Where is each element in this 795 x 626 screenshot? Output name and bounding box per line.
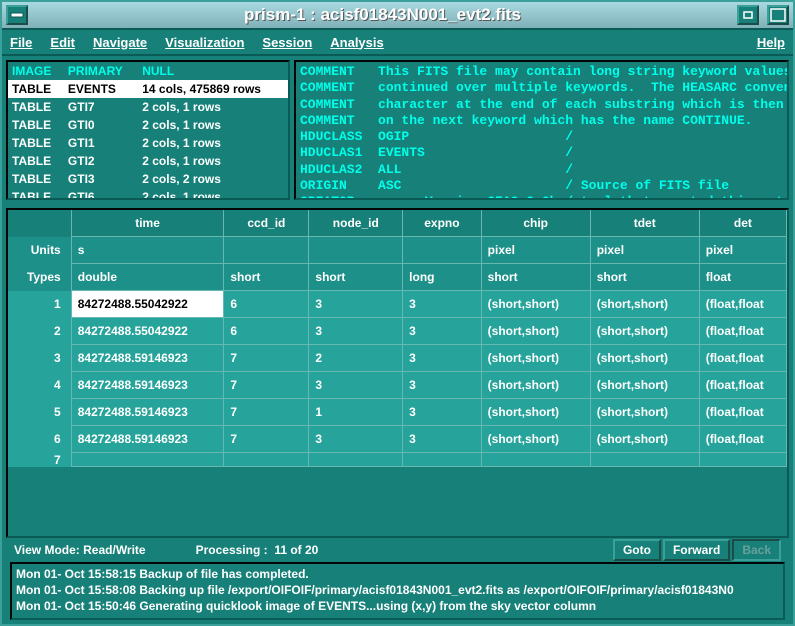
cell[interactable]: 3 xyxy=(403,399,482,426)
cell[interactable]: (short,short) xyxy=(590,291,699,318)
menu-help[interactable]: Help xyxy=(757,35,785,50)
table-row[interactable]: 684272488.59146923733(short,short)(short… xyxy=(8,426,787,453)
cell[interactable]: (float,float xyxy=(699,372,786,399)
cell[interactable]: (short,short) xyxy=(590,345,699,372)
window: prism-1 : acisf01843N001_evt2.fits File … xyxy=(0,0,795,626)
table-row[interactable]: 284272488.55042922633(short,short)(short… xyxy=(8,318,787,345)
cell[interactable]: (short,short) xyxy=(590,399,699,426)
log-line: Mon 01- Oct 15:58:15 Backup of file has … xyxy=(16,566,779,582)
extension-header-row: IMAGEPRIMARYNULL xyxy=(8,62,288,80)
cell[interactable]: (float,float xyxy=(699,345,786,372)
cell[interactable]: (short,short) xyxy=(481,399,590,426)
minimize-button[interactable] xyxy=(737,5,759,25)
table-row[interactable]: 384272488.59146923723(short,short)(short… xyxy=(8,345,787,372)
cell[interactable]: (float,float xyxy=(699,399,786,426)
extension-row[interactable]: TABLEGTI62 cols, 1 rows xyxy=(8,188,288,200)
cell[interactable]: 3 xyxy=(403,345,482,372)
cell[interactable]: 7 xyxy=(224,399,309,426)
header-text[interactable]: COMMENT This FITS file may contain long … xyxy=(296,62,787,200)
menu-visualization[interactable]: Visualization xyxy=(165,35,244,50)
extension-row[interactable]: TABLEGTI32 cols, 2 rows xyxy=(8,170,288,188)
cell[interactable]: 7 xyxy=(224,426,309,453)
cell[interactable]: 6 xyxy=(224,318,309,345)
log-line: Mon 01- Oct 15:50:46 Generating quickloo… xyxy=(16,598,779,614)
cell[interactable]: (short,short) xyxy=(481,426,590,453)
cell[interactable]: (short,short) xyxy=(590,372,699,399)
menu-file[interactable]: File xyxy=(10,35,32,50)
col-header-tdet[interactable]: tdet xyxy=(590,210,699,237)
col-header-chip[interactable]: chip xyxy=(481,210,590,237)
maximize-button[interactable] xyxy=(767,5,789,25)
meta-row-units: Unitsspixelpixelpixel xyxy=(8,237,787,264)
processing-label: Processing : xyxy=(196,543,268,557)
cell[interactable]: (short,short) xyxy=(481,372,590,399)
cell[interactable]: (short,short) xyxy=(481,291,590,318)
col-header-time[interactable]: time xyxy=(71,210,224,237)
cell[interactable]: (float,float xyxy=(699,318,786,345)
header-panel: COMMENT This FITS file may contain long … xyxy=(294,60,789,200)
cell[interactable]: 84272488.55042922 xyxy=(71,318,224,345)
cell[interactable]: 3 xyxy=(403,291,482,318)
log-line: Mon 01- Oct 15:58:08 Backing up file /ex… xyxy=(16,582,779,598)
cell[interactable]: 7 xyxy=(224,372,309,399)
cell[interactable]: (short,short) xyxy=(590,318,699,345)
menu-session[interactable]: Session xyxy=(262,35,312,50)
extension-row[interactable]: TABLEGTI72 cols, 1 rows xyxy=(8,98,288,116)
cell[interactable]: (short,short) xyxy=(481,345,590,372)
extension-row[interactable]: TABLEGTI22 cols, 1 rows xyxy=(8,152,288,170)
cell[interactable]: 84272488.59146923 xyxy=(71,399,224,426)
extension-list-panel: IMAGEPRIMARYNULL TABLEEVENTS14 cols, 475… xyxy=(6,60,290,200)
cell[interactable]: 84272488.59146923 xyxy=(71,372,224,399)
cell[interactable]: 2 xyxy=(309,345,403,372)
cell[interactable]: 7 xyxy=(224,345,309,372)
log-panel[interactable]: Mon 01- Oct 15:58:15 Backup of file has … xyxy=(10,562,785,620)
cell[interactable]: 3 xyxy=(309,318,403,345)
cell[interactable]: 84272488.55042922 xyxy=(71,291,224,318)
cell[interactable]: 3 xyxy=(309,426,403,453)
titlebar[interactable]: prism-1 : acisf01843N001_evt2.fits xyxy=(2,2,793,30)
col-header-node[interactable]: node_id xyxy=(309,210,403,237)
cell[interactable]: 3 xyxy=(309,291,403,318)
menubar: File Edit Navigate Visualization Session… xyxy=(2,30,793,56)
cell[interactable]: 84272488.59146923 xyxy=(71,426,224,453)
processing-value: 11 of 20 xyxy=(274,543,318,557)
cell[interactable]: 1 xyxy=(309,399,403,426)
data-panel[interactable]: time ccd_id node_id expno chip tdet det … xyxy=(6,208,789,538)
forward-button[interactable]: Forward xyxy=(663,539,730,561)
status-bar: View Mode: Read/Write Processing : 11 of… xyxy=(6,538,789,562)
table-row[interactable]: 184272488.55042922633(short,short)(short… xyxy=(8,291,787,318)
cell[interactable]: 6 xyxy=(224,291,309,318)
table-row[interactable]: 7 xyxy=(8,453,787,467)
menu-analysis[interactable]: Analysis xyxy=(330,35,383,50)
view-mode-label: View Mode: xyxy=(14,543,80,557)
cell[interactable]: (short,short) xyxy=(590,426,699,453)
col-header-exp[interactable]: expno xyxy=(403,210,482,237)
menu-edit[interactable]: Edit xyxy=(50,35,75,50)
cell[interactable]: 3 xyxy=(403,318,482,345)
cell[interactable]: 3 xyxy=(403,426,482,453)
col-header-det[interactable]: det xyxy=(699,210,786,237)
view-mode-value: Read/Write xyxy=(83,543,145,557)
table-row[interactable]: 584272488.59146923713(short,short)(short… xyxy=(8,399,787,426)
table-row[interactable]: 484272488.59146923733(short,short)(short… xyxy=(8,372,787,399)
cell[interactable]: (float,float xyxy=(699,291,786,318)
menu-navigate[interactable]: Navigate xyxy=(93,35,147,50)
back-button: Back xyxy=(732,539,781,561)
extension-list[interactable]: IMAGEPRIMARYNULL TABLEEVENTS14 cols, 475… xyxy=(8,62,288,200)
data-table[interactable]: time ccd_id node_id expno chip tdet det … xyxy=(8,210,787,467)
cell[interactable]: 84272488.59146923 xyxy=(71,345,224,372)
col-header-ccd[interactable]: ccd_id xyxy=(224,210,309,237)
meta-row-types: Typesdoubleshortshortlongshortshortfloat xyxy=(8,264,787,291)
goto-button[interactable]: Goto xyxy=(613,539,661,561)
cell[interactable]: 3 xyxy=(403,372,482,399)
extension-row[interactable]: TABLEEVENTS14 cols, 475869 rows xyxy=(8,80,288,98)
cell[interactable]: (short,short) xyxy=(481,318,590,345)
window-menu-button[interactable] xyxy=(6,5,28,25)
cell[interactable]: 3 xyxy=(309,372,403,399)
column-header-row: time ccd_id node_id expno chip tdet det xyxy=(8,210,787,237)
cell[interactable]: (float,float xyxy=(699,426,786,453)
extension-row[interactable]: TABLEGTI12 cols, 1 rows xyxy=(8,134,288,152)
extension-row[interactable]: TABLEGTI02 cols, 1 rows xyxy=(8,116,288,134)
window-title: prism-1 : acisf01843N001_evt2.fits xyxy=(32,5,733,25)
